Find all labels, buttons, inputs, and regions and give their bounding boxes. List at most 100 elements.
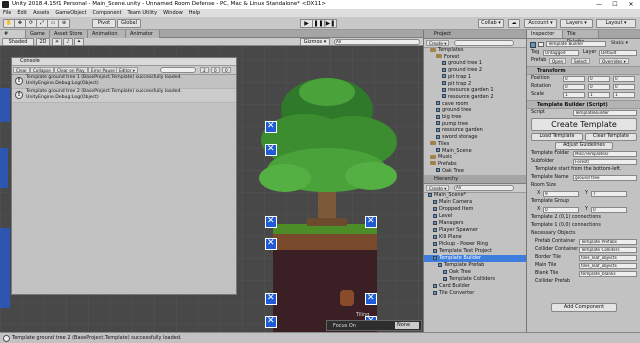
tab-animation[interactable]: Animation: [88, 30, 126, 38]
menu-edit[interactable]: Edit: [14, 9, 30, 17]
console-info-count[interactable]: 2: [200, 67, 209, 73]
blank-tile-field[interactable]: template_blanks: [579, 271, 637, 277]
prefab-overrides-dropdown[interactable]: Overrides ▾: [599, 58, 629, 64]
handle-mid-left-2[interactable]: [265, 238, 277, 250]
hierarchy-item[interactable]: Main_Scene*: [424, 192, 527, 199]
console-search-input[interactable]: [160, 67, 196, 73]
position-z-field[interactable]: 0: [613, 76, 635, 82]
subfolder-field[interactable]: Forest/: [573, 159, 637, 165]
scale-z-field[interactable]: 1: [613, 92, 635, 98]
pivot-toggle[interactable]: Pivot: [92, 19, 116, 28]
menu-component[interactable]: Component: [90, 9, 125, 17]
console-warning-count[interactable]: 0: [211, 67, 220, 73]
connections-2-foldout[interactable]: Template 1 (0,0) connections: [531, 222, 601, 230]
template-name-field[interactable]: ground tree: [573, 175, 637, 181]
project-tab[interactable]: Project: [424, 30, 526, 39]
hierarchy-item[interactable]: Template Colliders: [424, 276, 527, 283]
layout-dropdown[interactable]: Layout ▾: [596, 19, 636, 28]
collider-container-field[interactable]: Template Colliders: [579, 247, 637, 253]
load-template-button[interactable]: Load Template: [531, 133, 583, 141]
collab-dropdown[interactable]: Collab ▾: [478, 19, 504, 28]
close-window-button[interactable]: ✕: [623, 0, 639, 9]
console-window[interactable]: Console Clear Collapse Clear on Play Err…: [11, 57, 237, 295]
handle-mid-left[interactable]: [265, 216, 277, 228]
console-log-row[interactable]: ! Template ground tree 2 (BaseProject.Te…: [12, 89, 236, 103]
scale-y-field[interactable]: 1: [588, 92, 610, 98]
menu-assets[interactable]: Assets: [30, 9, 52, 17]
script-field[interactable]: TemplateBuilder: [573, 110, 637, 116]
console-error-pause-button[interactable]: Error Pause: [88, 67, 118, 73]
rotation-z-field[interactable]: 0: [613, 84, 635, 90]
handle-bottom-left-2[interactable]: [265, 316, 277, 328]
layer-dropdown[interactable]: Default: [599, 50, 637, 56]
static-toggle[interactable]: Static ▾: [611, 40, 628, 48]
menu-file[interactable]: File: [0, 9, 14, 17]
light-icon[interactable]: ☀: [52, 38, 62, 46]
project-search-input[interactable]: [454, 40, 514, 46]
room-x-field[interactable]: 9: [543, 191, 579, 197]
console-collapse-button[interactable]: Collapse: [30, 67, 54, 73]
console-log-row[interactable]: ! Template ground tree 1 (BaseProject.Te…: [12, 75, 236, 89]
collider-prefab-foldout[interactable]: Collider Prefab: [535, 278, 570, 286]
tab-tile-palette[interactable]: Tile Palette: [563, 30, 599, 45]
position-y-field[interactable]: 0: [588, 76, 610, 82]
clear-template-button[interactable]: Clear Template: [585, 133, 637, 141]
scene-search-input[interactable]: All: [334, 39, 420, 45]
step-button[interactable]: ▶❚: [324, 19, 337, 28]
hierarchy-item[interactable]: Template Builder: [424, 255, 527, 262]
handle-top-left[interactable]: [265, 121, 277, 133]
adjust-guidelines-button[interactable]: Adjust Guidelines: [555, 142, 613, 150]
hierarchy-create-dropdown[interactable]: Create ▾: [426, 185, 450, 191]
connections-row-1[interactable]: Template 2 (0,1) connections: [527, 214, 640, 222]
hierarchy-item[interactable]: Kill Plane: [424, 234, 527, 241]
account-dropdown[interactable]: Account ▾: [524, 19, 557, 28]
transform-header[interactable]: Transform: [527, 66, 640, 75]
hierarchy-item[interactable]: Player Spawner: [424, 227, 527, 234]
minimize-button[interactable]: —: [591, 0, 607, 9]
menu-window[interactable]: Window: [160, 9, 186, 17]
rotation-y-field[interactable]: 0: [588, 84, 610, 90]
hierarchy-item[interactable]: Pickup - Power Ring: [424, 241, 527, 248]
console-error-count[interactable]: 0: [222, 67, 231, 73]
transform-tool-icon[interactable]: ⊕: [58, 19, 70, 28]
group-y-field[interactable]: 0: [591, 207, 627, 213]
main-tile-field[interactable]: tiles_leaf_objects: [579, 263, 637, 269]
gizmos-dropdown[interactable]: Gizmos ▾: [300, 38, 330, 46]
necessary-objects-row[interactable]: Necessary Objects: [527, 230, 640, 238]
hierarchy-tab[interactable]: Hierarchy: [424, 175, 526, 184]
group-x-field[interactable]: 0: [543, 207, 579, 213]
hierarchy-item[interactable]: Card Builder: [424, 283, 527, 290]
prefab-container-field[interactable]: Template Prefabs: [579, 239, 637, 245]
connections-row-2[interactable]: Template 1 (0,0) connections: [527, 222, 640, 230]
hierarchy-item[interactable]: Oak Tree: [424, 269, 527, 276]
create-template-button[interactable]: Create Template: [531, 118, 637, 131]
focus-on-dropdown[interactable]: None: [395, 322, 419, 329]
hierarchy-item[interactable]: Level: [424, 213, 527, 220]
console-clear-on-play-button[interactable]: Clear on Play: [54, 67, 88, 73]
handle-bottom-left[interactable]: [265, 293, 277, 305]
console-editor-dropdown[interactable]: Editor ▾: [116, 67, 138, 73]
prefab-open-button[interactable]: Open: [549, 58, 567, 64]
template-builder-header[interactable]: Template Builder (Script): [527, 100, 640, 109]
connections-1-foldout[interactable]: Template 2 (0,1) connections: [531, 214, 601, 222]
global-toggle[interactable]: Global: [117, 19, 141, 28]
hierarchy-item[interactable]: Managers: [424, 220, 527, 227]
layers-dropdown[interactable]: Layers ▾: [560, 19, 593, 28]
cloud-icon[interactable]: ☁: [508, 19, 520, 28]
add-component-button[interactable]: Add Component: [551, 303, 617, 312]
hierarchy-item[interactable]: Tile Converter: [424, 290, 527, 297]
audio-icon[interactable]: ♪: [63, 38, 73, 46]
handle-bottom-right[interactable]: [365, 293, 377, 305]
shading-dropdown[interactable]: Shaded: [2, 38, 34, 46]
menu-help[interactable]: Help: [186, 9, 203, 17]
template-folder-field[interactable]: Misc/Templates/: [573, 151, 637, 157]
tab-scene[interactable]: # Scene: [0, 30, 26, 45]
collider-prefab-row[interactable]: Collider Prefab: [527, 278, 640, 286]
project-create-dropdown[interactable]: Create ▾: [426, 40, 450, 46]
active-checkbox[interactable]: [538, 42, 544, 47]
tag-dropdown[interactable]: Untagged: [543, 50, 579, 56]
tab-inspector[interactable]: Inspector: [527, 30, 563, 38]
effects-icon[interactable]: ✦: [74, 38, 84, 46]
border-tile-field[interactable]: tiles_leaf_objects: [579, 255, 637, 261]
menu-gameobject[interactable]: GameObject: [52, 9, 89, 17]
